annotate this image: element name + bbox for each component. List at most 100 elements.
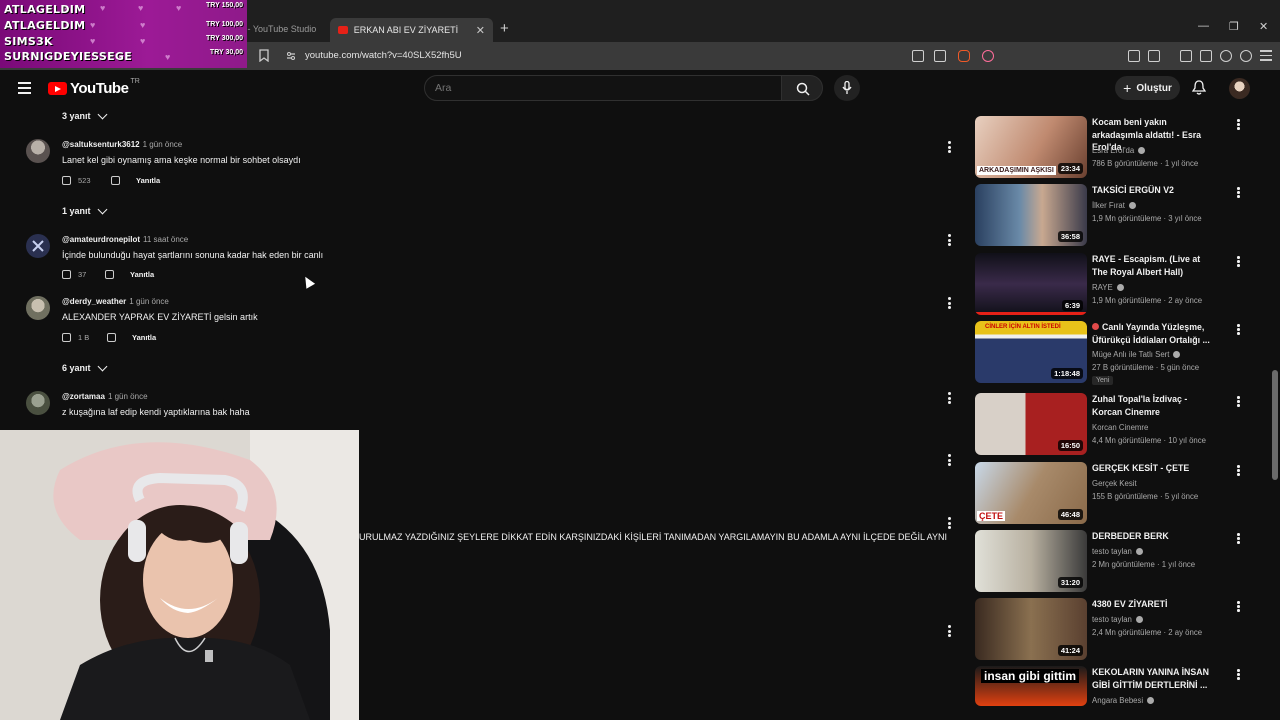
- close-tab-icon[interactable]: ✕: [476, 24, 485, 37]
- video-thumbnail[interactable]: 41:24: [975, 598, 1087, 660]
- channel-name[interactable]: Gerçek Kesit: [1092, 479, 1137, 488]
- dislike-icon[interactable]: [105, 270, 114, 279]
- hamburger-menu-icon[interactable]: [18, 82, 31, 97]
- youtube-logo[interactable]: YouTube TR: [48, 78, 140, 97]
- channel-name[interactable]: Angara Bebesi: [1092, 696, 1155, 705]
- comment-author[interactable]: @saltuksenturk3612: [62, 140, 140, 149]
- video-thumbnail[interactable]: 31:20: [975, 530, 1087, 592]
- comment-time[interactable]: 1 gün önce: [108, 392, 148, 401]
- recommendation-item[interactable]: 16:50 Zuhal Topal'la İzdivaç - Korcan Ci…: [975, 393, 1255, 455]
- reply-button[interactable]: Yanıtla: [136, 176, 160, 185]
- comment-author[interactable]: @amateurdronepilot: [62, 235, 140, 244]
- video-menu-icon[interactable]: [1237, 187, 1240, 199]
- create-button[interactable]: + Oluştur: [1115, 76, 1180, 100]
- voice-search-button[interactable]: [834, 75, 860, 101]
- search-button[interactable]: [781, 75, 823, 101]
- comment-time[interactable]: 11 saat önce: [143, 235, 188, 244]
- recommendation-item[interactable]: insan gibi gittim KEKOLARIN YANINA İNSAN…: [975, 666, 1255, 706]
- commenter-avatar[interactable]: [26, 234, 50, 258]
- brave-shield-icon[interactable]: [958, 50, 970, 62]
- notifications-bell-icon[interactable]: [1192, 80, 1206, 96]
- like-icon[interactable]: [62, 333, 71, 342]
- recommendation-item[interactable]: 6:39 RAYE - Escapism. (Live at The Royal…: [975, 253, 1255, 315]
- view-replies-button[interactable]: 6 yanıt: [62, 361, 107, 373]
- account-avatar[interactable]: [1229, 78, 1250, 99]
- video-title[interactable]: GERÇEK KESİT - ÇETE: [1092, 462, 1217, 475]
- channel-name[interactable]: Esra Erol'da: [1092, 146, 1146, 155]
- comment-menu-icon[interactable]: [948, 234, 952, 248]
- channel-name[interactable]: Korcan Cinemre: [1092, 423, 1148, 432]
- share-icon[interactable]: [934, 50, 946, 62]
- recommendation-item[interactable]: 36:58 TAKSİCİ ERGÜN V2 İlker Fırat 1,9 M…: [975, 184, 1255, 246]
- video-menu-icon[interactable]: [1237, 396, 1240, 408]
- video-menu-icon[interactable]: [1237, 256, 1240, 268]
- url-field[interactable]: youtube.com/watch?v=40SLX52fh5U: [305, 50, 462, 61]
- tab-active-video[interactable]: ERKAN ABI EV ZİYARETİ - YouTube ✕: [330, 18, 493, 42]
- comment-author[interactable]: @zortamaa: [62, 392, 105, 401]
- video-menu-icon[interactable]: [1237, 669, 1240, 681]
- video-title[interactable]: TAKSİCİ ERGÜN V2: [1092, 184, 1217, 197]
- recommendation-item[interactable]: 31:20 DERBEDER BERK testo taylan 2 Mn gö…: [975, 530, 1255, 592]
- video-thumbnail[interactable]: ARKADAŞIMIN AŞKISI 23:34: [975, 116, 1087, 178]
- video-thumbnail[interactable]: CİNLER İÇİN ALTIN İSTEDİ 1:18:48: [975, 321, 1087, 383]
- recommendation-item[interactable]: ARKADAŞIMIN AŞKISI 23:34 Kocam beni yakı…: [975, 116, 1255, 178]
- leo-ai-icon[interactable]: [1220, 50, 1232, 62]
- video-title[interactable]: Canlı Yayında Yüzleşme, Üfürükçü İddiala…: [1092, 321, 1217, 346]
- video-title[interactable]: RAYE - Escapism. (Live at The Royal Albe…: [1092, 253, 1217, 278]
- comment-menu-icon[interactable]: [948, 454, 952, 468]
- channel-name[interactable]: testo taylan: [1092, 615, 1143, 624]
- video-menu-icon[interactable]: [1237, 119, 1240, 131]
- cast-icon[interactable]: [912, 50, 924, 62]
- new-tab-button[interactable]: +: [500, 20, 509, 37]
- channel-name[interactable]: İlker Fırat: [1092, 201, 1136, 210]
- commenter-avatar[interactable]: [26, 139, 50, 163]
- close-window-button[interactable]: ✕: [1259, 20, 1268, 33]
- minimize-button[interactable]: —: [1198, 20, 1209, 32]
- comment-menu-icon[interactable]: [948, 517, 952, 531]
- video-thumbnail[interactable]: ÇETE 46:48: [975, 462, 1087, 524]
- video-menu-icon[interactable]: [1237, 533, 1240, 545]
- maximize-button[interactable]: ❐: [1229, 20, 1239, 33]
- channel-name[interactable]: Müge Anlı ile Tatlı Sert: [1092, 350, 1181, 359]
- site-settings-icon[interactable]: [286, 51, 296, 61]
- sidebar-toggle-icon[interactable]: [1180, 50, 1192, 62]
- view-replies-button[interactable]: 1 yanıt: [62, 204, 107, 216]
- wallet-icon[interactable]: [1200, 50, 1212, 62]
- browser-menu-icon[interactable]: [1260, 50, 1272, 61]
- video-menu-icon[interactable]: [1237, 601, 1240, 613]
- reader-icon[interactable]: [1148, 50, 1160, 62]
- video-thumbnail[interactable]: 16:50: [975, 393, 1087, 455]
- bookmark-icon[interactable]: [259, 49, 269, 62]
- reply-button[interactable]: Yanıtla: [132, 333, 156, 342]
- vpn-icon[interactable]: [1240, 50, 1252, 62]
- reply-button[interactable]: Yanıtla: [130, 270, 154, 279]
- comment-menu-icon[interactable]: [948, 297, 952, 311]
- video-thumbnail[interactable]: 36:58: [975, 184, 1087, 246]
- comment-time[interactable]: 1 gün önce: [143, 140, 183, 149]
- video-title[interactable]: DERBEDER BERK: [1092, 530, 1217, 543]
- comment-menu-icon[interactable]: [948, 141, 952, 155]
- dislike-icon[interactable]: [111, 176, 120, 185]
- search-input[interactable]: [425, 76, 765, 100]
- recommendation-item[interactable]: CİNLER İÇİN ALTIN İSTEDİ 1:18:48 Canlı Y…: [975, 321, 1255, 385]
- like-icon[interactable]: [62, 270, 71, 279]
- commenter-avatar[interactable]: [26, 391, 50, 415]
- video-thumbnail[interactable]: insan gibi gittim: [975, 666, 1087, 706]
- commenter-avatar[interactable]: [26, 296, 50, 320]
- comment-menu-icon[interactable]: [948, 392, 952, 406]
- video-menu-icon[interactable]: [1237, 465, 1240, 477]
- recommendation-item[interactable]: ÇETE 46:48 GERÇEK KESİT - ÇETE Gerçek Ke…: [975, 462, 1255, 524]
- channel-name[interactable]: testo taylan: [1092, 547, 1143, 556]
- video-title[interactable]: Zuhal Topal'la İzdivaç - Korcan Cinemre: [1092, 393, 1217, 418]
- channel-name[interactable]: RAYE: [1092, 283, 1124, 292]
- extensions-icon[interactable]: [1128, 50, 1140, 62]
- video-thumbnail[interactable]: 6:39: [975, 253, 1087, 315]
- video-menu-icon[interactable]: [1237, 324, 1240, 336]
- like-icon[interactable]: [62, 176, 71, 185]
- view-replies-button[interactable]: 3 yanıt: [62, 109, 107, 121]
- video-title[interactable]: KEKOLARIN YANINA İNSAN GİBİ GİTTİM DERTL…: [1092, 666, 1217, 691]
- video-title[interactable]: 4380 EV ZİYARETİ: [1092, 598, 1217, 611]
- comment-author[interactable]: @derdy_weather: [62, 297, 126, 306]
- scrollbar-thumb[interactable]: [1272, 370, 1278, 480]
- recommendation-item[interactable]: 41:24 4380 EV ZİYARETİ testo taylan 2,4 …: [975, 598, 1255, 660]
